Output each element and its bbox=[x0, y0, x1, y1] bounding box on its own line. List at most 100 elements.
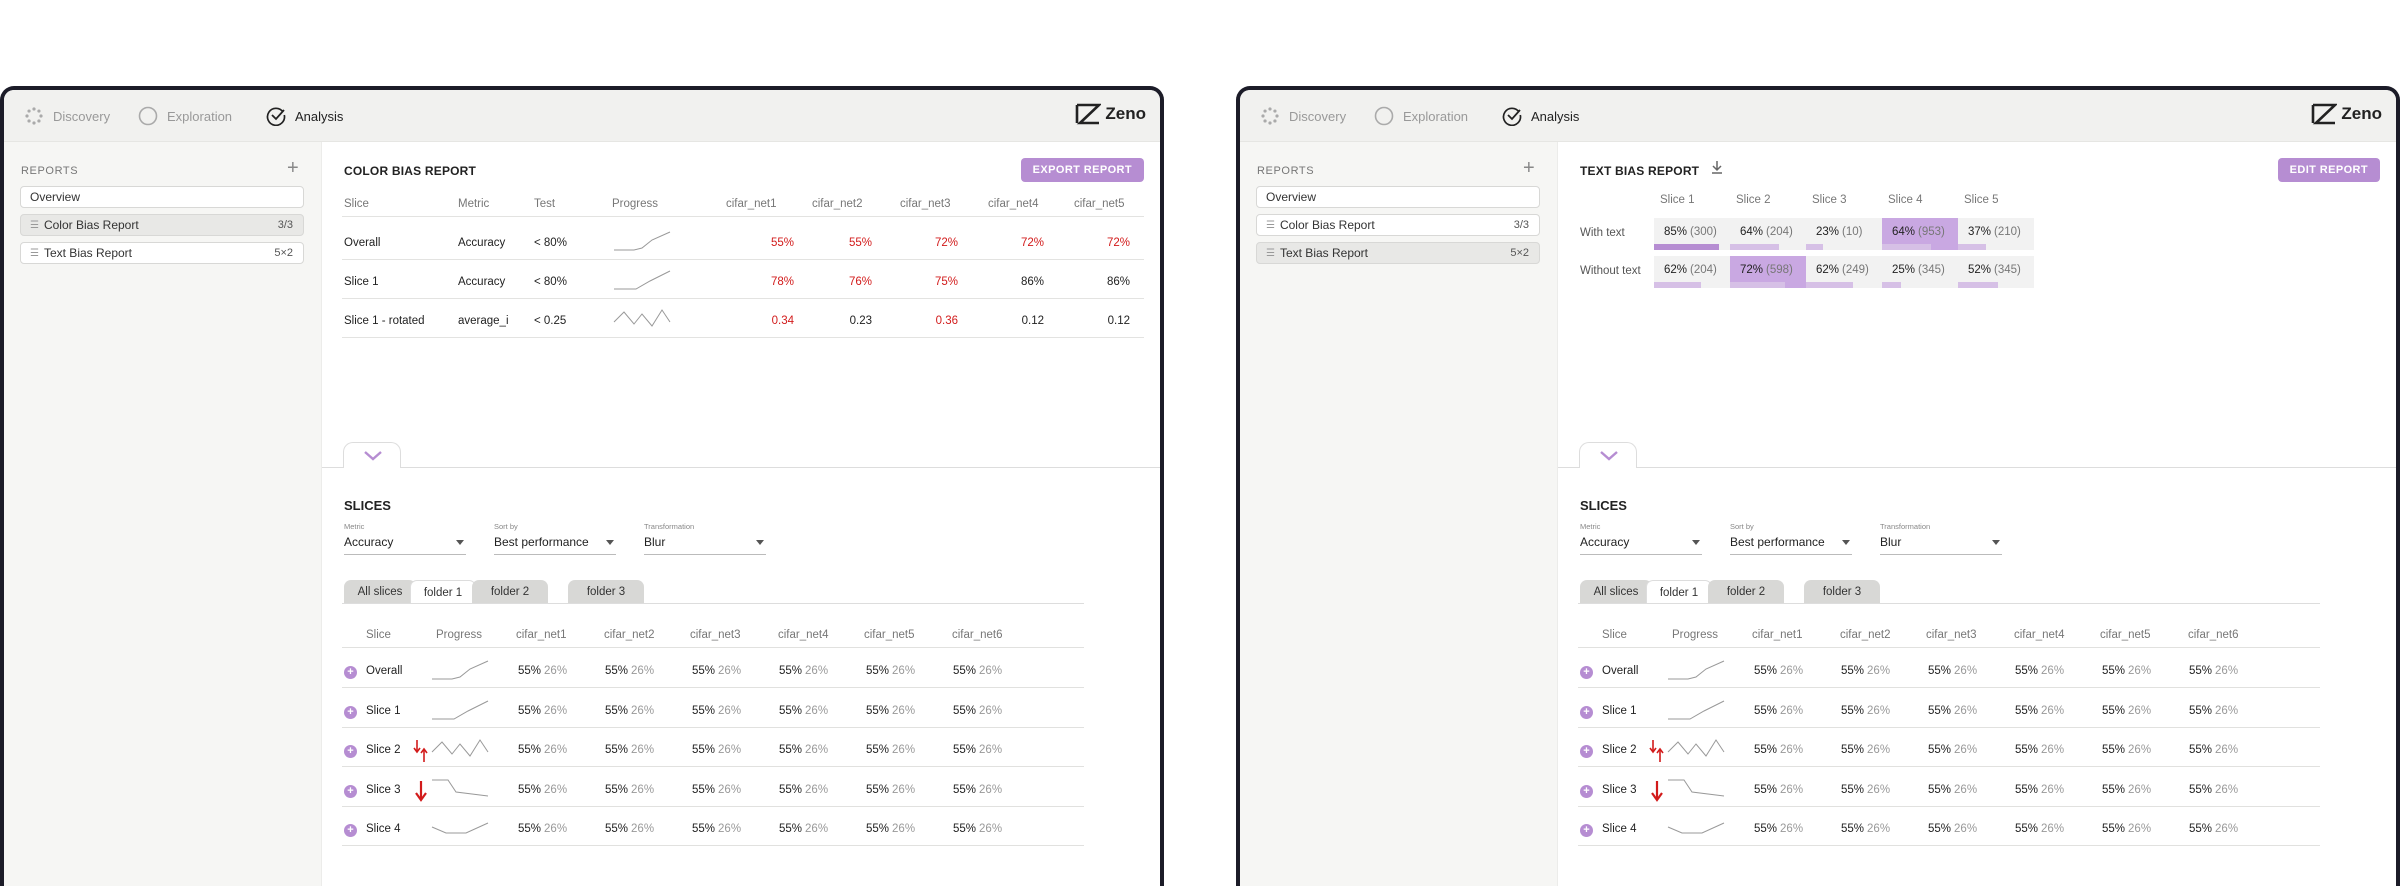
expand-slice-icon[interactable]: + bbox=[344, 745, 357, 758]
sidebar-item-overview[interactable]: Overview bbox=[1256, 186, 1540, 208]
tab-all-slices[interactable]: All slices bbox=[344, 580, 416, 604]
model-score: 55% 26% bbox=[779, 784, 828, 796]
model-score: 55% 26% bbox=[605, 823, 654, 835]
dropdown-transformation[interactable]: Blur bbox=[644, 533, 766, 555]
dropdown-metric[interactable]: Accuracy bbox=[344, 533, 466, 555]
heatmap-cell[interactable]: 85% (300) bbox=[1654, 218, 1730, 250]
circle-icon bbox=[1374, 106, 1394, 126]
sidebar-item-color-bias-report[interactable]: ☰ Color Bias Report 3/3 bbox=[20, 214, 304, 236]
expand-slice-icon[interactable]: + bbox=[1580, 745, 1593, 758]
dropdown-transformation[interactable]: Blur bbox=[1880, 533, 2002, 555]
heatmap-cell[interactable]: 52% (345) bbox=[1958, 256, 2034, 288]
heatmap-cell[interactable]: 23% (10) bbox=[1806, 218, 1882, 250]
zeno-logo-icon bbox=[1076, 103, 1102, 125]
heatmap-cell[interactable]: 25% (345) bbox=[1882, 256, 1958, 288]
slice-col-header: cifar_net5 bbox=[2100, 629, 2151, 641]
expand-slice-icon[interactable]: + bbox=[1580, 666, 1593, 679]
nav-step-discovery[interactable]: Discovery bbox=[24, 90, 110, 142]
nav-step-exploration[interactable]: Exploration bbox=[1374, 90, 1468, 142]
dropdown-sort-by[interactable]: Best performance bbox=[1730, 533, 1852, 555]
score-secondary: 26% bbox=[2128, 823, 2152, 835]
score-main: 55% bbox=[2189, 823, 2213, 835]
drag-handle-icon[interactable]: ☰ bbox=[1266, 248, 1275, 259]
model-value: 55% bbox=[848, 237, 872, 249]
expand-slice-icon[interactable]: + bbox=[344, 824, 357, 837]
slice-name: Overall bbox=[366, 665, 403, 677]
caret-down-icon bbox=[1692, 540, 1700, 545]
heatmap-cell[interactable]: 64% (953) bbox=[1882, 218, 1958, 250]
model-score: 55% 26% bbox=[866, 823, 915, 835]
reports-sidebar: REPORTS + Overview ☰ Color Bias Report 3/3 ☰ Te… bbox=[1240, 142, 1558, 886]
progress-sparkline bbox=[1668, 700, 1725, 719]
circle-icon bbox=[138, 106, 158, 126]
expand-slice-icon[interactable]: + bbox=[1580, 705, 1593, 719]
progress-sparkline bbox=[613, 309, 671, 327]
model-value: 55% bbox=[770, 237, 794, 249]
expand-slice-icon[interactable]: + bbox=[344, 666, 357, 679]
collapse-toggle[interactable] bbox=[343, 442, 401, 468]
dropdown-value: Best performance bbox=[494, 535, 589, 549]
expand-slice-icon[interactable]: + bbox=[344, 705, 357, 719]
expand-slice-icon[interactable]: + bbox=[1580, 824, 1593, 837]
nav-step-analysis[interactable]: Analysis bbox=[266, 90, 343, 142]
divider bbox=[342, 337, 1144, 338]
heatmap-cell[interactable]: 37% (210) bbox=[1958, 218, 2034, 250]
export-report-button[interactable]: EXPORT REPORT bbox=[1020, 158, 1144, 182]
tab-folder-1[interactable]: folder 1 bbox=[410, 580, 476, 604]
sidebar-item-text-bias-report[interactable]: ☰ Text Bias Report 5×2 bbox=[20, 242, 304, 264]
nav-step-analysis[interactable]: Analysis bbox=[1502, 90, 1579, 142]
expand-slice-icon[interactable]: + bbox=[1580, 784, 1593, 798]
score-main: 55% bbox=[953, 704, 977, 717]
tab-folder-1[interactable]: folder 1 bbox=[1646, 580, 1712, 604]
sidebar-item-color-bias-report[interactable]: ☰ Color Bias Report 3/3 bbox=[1256, 214, 1540, 236]
slice-col-header: cifar_net3 bbox=[1926, 629, 1977, 641]
tab-folder-2[interactable]: folder 2 bbox=[1708, 580, 1784, 604]
dropdown-sort-by[interactable]: Best performance bbox=[494, 533, 616, 555]
report-col-header: cifar_net4 bbox=[988, 198, 1039, 210]
model-score: 55% 26% bbox=[2015, 705, 2064, 717]
main-panel: TEXT BIAS REPORT EDIT REPORT Slice 1 Slice … bbox=[1558, 142, 2396, 886]
slice-col-header: cifar_net5 bbox=[864, 629, 915, 641]
heatmap-col-header: Slice 1 bbox=[1660, 194, 1695, 206]
row-slice: Slice 1 - rotated bbox=[344, 315, 425, 327]
model-score: 55% 26% bbox=[518, 823, 567, 835]
score-secondary: 26% bbox=[544, 783, 568, 796]
drag-handle-icon[interactable]: ☰ bbox=[30, 220, 39, 231]
model-score: 55% 26% bbox=[2102, 665, 2151, 677]
progress-sparkline bbox=[432, 660, 489, 680]
collapse-toggle[interactable] bbox=[1579, 442, 1637, 468]
score-secondary: 26% bbox=[2041, 704, 2065, 717]
download-icon[interactable] bbox=[1710, 160, 1724, 179]
heatmap-cell[interactable]: 64% (204) bbox=[1730, 218, 1806, 250]
heatmap-cell[interactable]: 62% (249) bbox=[1806, 256, 1882, 288]
nav-step-label: Discovery bbox=[53, 108, 111, 124]
add-report-icon[interactable]: + bbox=[287, 158, 299, 178]
progress-sparkline bbox=[431, 739, 489, 757]
sidebar-item-text-bias-report[interactable]: ☰ Text Bias Report 5×2 bbox=[1256, 242, 1540, 264]
dropdown-metric[interactable]: Accuracy bbox=[1580, 533, 1702, 555]
score-main: 55% bbox=[2102, 823, 2126, 835]
nav-step-discovery[interactable]: Discovery bbox=[1260, 90, 1346, 142]
drag-handle-icon[interactable]: ☰ bbox=[30, 248, 39, 259]
heatmap-cell[interactable]: 72% (598) bbox=[1730, 256, 1806, 288]
score-secondary: 26% bbox=[1780, 823, 1804, 835]
tab-folder-3[interactable]: folder 3 bbox=[1804, 580, 1880, 604]
nav-step-label: Analysis bbox=[295, 108, 344, 124]
score-secondary: 26% bbox=[979, 665, 1003, 677]
reports-sidebar: REPORTS + Overview ☰ Color Bias Report 3/3 ☰ Te… bbox=[4, 142, 322, 886]
tab-folder-2[interactable]: folder 2 bbox=[472, 580, 548, 604]
model-value: 0.12 bbox=[1107, 315, 1130, 327]
edit-report-button[interactable]: EDIT REPORT bbox=[2277, 158, 2380, 182]
heatmap-row-label: With text bbox=[1580, 227, 1625, 239]
heatmap-cell[interactable]: 62% (204) bbox=[1654, 256, 1730, 288]
model-score: 55% 26% bbox=[1841, 823, 1890, 835]
expand-slice-icon[interactable]: + bbox=[344, 784, 357, 798]
tab-folder-3[interactable]: folder 3 bbox=[568, 580, 644, 604]
tab-all-slices[interactable]: All slices bbox=[1580, 580, 1652, 604]
add-report-icon[interactable]: + bbox=[1523, 158, 1535, 178]
score-main: 55% bbox=[1841, 783, 1865, 796]
model-value: 72% bbox=[1020, 237, 1044, 249]
nav-step-exploration[interactable]: Exploration bbox=[138, 90, 232, 142]
sidebar-item-overview[interactable]: Overview bbox=[20, 186, 304, 208]
drag-handle-icon[interactable]: ☰ bbox=[1266, 220, 1275, 231]
